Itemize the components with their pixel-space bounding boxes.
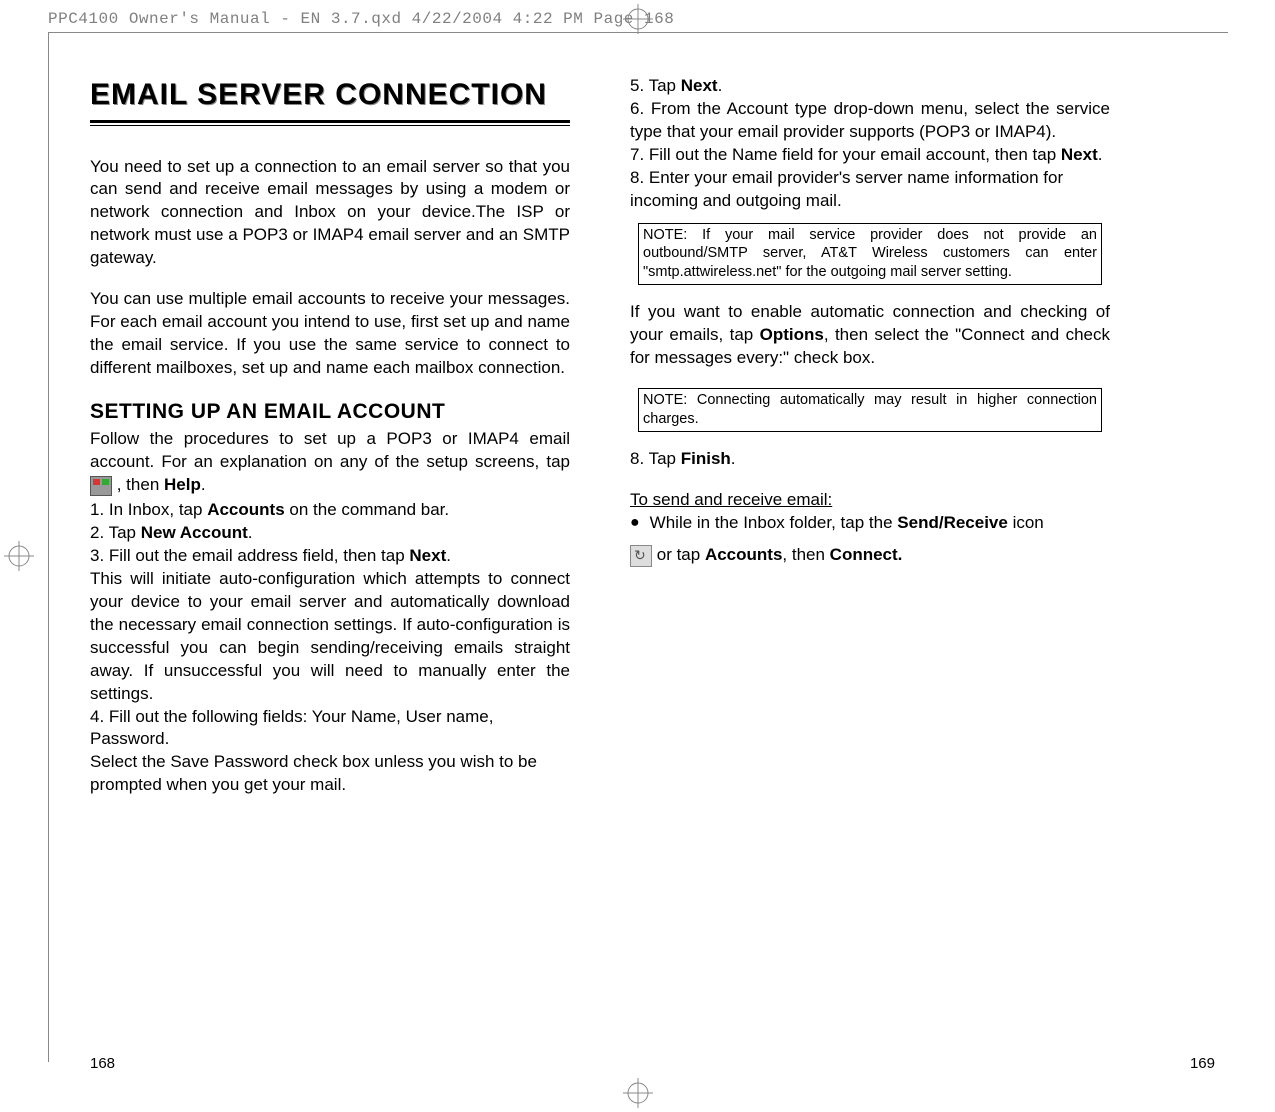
bullet-text: While in the Inbox folder, tap the Send/… (650, 512, 1044, 535)
setup-intro-c: . (201, 475, 206, 494)
page-title: EMAIL SERVER CONNECTION (90, 75, 570, 116)
setup-intro-a: Follow the procedures to set up a POP3 o… (90, 429, 570, 471)
bullet-continuation: or tap Accounts, then Connect. (630, 544, 1110, 567)
step8f-a: 8. Tap (630, 449, 681, 468)
setup-intro: Follow the procedures to set up a POP3 o… (90, 428, 570, 497)
options-paragraph: If you want to enable automatic connecti… (630, 301, 1110, 370)
bullet-dot-icon: ● (630, 512, 640, 535)
page-number-left: 168 (90, 1055, 115, 1072)
new-account-label: New Account (141, 523, 248, 542)
step-3: 3. Fill out the email address field, the… (90, 545, 570, 568)
cont-a: or tap (657, 545, 705, 564)
note-smtp: NOTE: If your mail service provider does… (638, 223, 1102, 286)
step5-a: 5. Tap (630, 76, 681, 95)
note-charges: NOTE: Connecting automatically may resul… (638, 388, 1102, 432)
bullet-b: icon (1008, 513, 1044, 532)
step-5: 5. Tap Next. (630, 75, 1110, 98)
left-column: EMAIL SERVER CONNECTION You need to set … (90, 75, 570, 797)
qxd-header: PPC4100 Owner's Manual - EN 3.7.qxd 4/22… (48, 10, 674, 28)
content-columns: EMAIL SERVER CONNECTION You need to set … (90, 75, 1210, 797)
step-7: 7. Fill out the Name field for your emai… (630, 144, 1110, 167)
intro-paragraph-1: You need to set up a connection to an em… (90, 156, 570, 271)
step5-b: . (718, 76, 723, 95)
step7-a: 7. Fill out the Name field for your emai… (630, 145, 1061, 164)
step-2: 2. Tap New Account. (90, 522, 570, 545)
send-receive-icon (630, 545, 652, 567)
subheading-setup: SETTING UP AN EMAIL ACCOUNT (90, 398, 570, 426)
step8f-b: . (731, 449, 736, 468)
accounts-label: Accounts (207, 500, 284, 519)
title-rule-thick (90, 120, 570, 123)
crop-mark-bottom (623, 1078, 653, 1108)
setup-intro-b: , then (117, 475, 164, 494)
cont-b: , then (782, 545, 829, 564)
intro-paragraph-2: You can use multiple email accounts to r… (90, 288, 570, 380)
next-label-3: Next (1061, 145, 1098, 164)
step-6: 6. From the Account type drop-down menu,… (630, 98, 1110, 144)
next-label-2: Next (681, 76, 718, 95)
send-receive-label: Send/Receive (897, 513, 1008, 532)
step2-b: . (248, 523, 253, 542)
send-receive-heading: To send and receive email: (630, 489, 1110, 512)
step7-b: . (1098, 145, 1103, 164)
step3-b: . (446, 546, 451, 565)
next-label-1: Next (409, 546, 446, 565)
page-number-right: 169 (1190, 1055, 1215, 1072)
finish-label: Finish (681, 449, 731, 468)
step-1: 1. In Inbox, tap Accounts on the command… (90, 499, 570, 522)
help-label: Help (164, 475, 201, 494)
bullet-a: While in the Inbox folder, tap the (650, 513, 898, 532)
step-8: 8. Enter your email provider's server na… (630, 167, 1110, 213)
crop-mark-left (4, 541, 34, 571)
connect-label: Connect. (830, 545, 903, 564)
step-8-finish: 8. Tap Finish. (630, 448, 1110, 471)
title-rule-thin (90, 125, 570, 126)
options-label: Options (760, 325, 824, 344)
bullet-send-receive: ● While in the Inbox folder, tap the Sen… (630, 512, 1110, 535)
autoconfig-paragraph: This will initiate auto-configuration wh… (90, 568, 570, 706)
step1-a: 1. In Inbox, tap (90, 500, 207, 519)
right-column: 5. Tap Next. 6. From the Account type dr… (630, 75, 1110, 797)
step3-a: 3. Fill out the email address field, the… (90, 546, 409, 565)
crop-mark-top (623, 4, 653, 34)
step2-a: 2. Tap (90, 523, 141, 542)
save-password-note: Select the Save Password check box unles… (90, 751, 570, 797)
windows-logo-icon (90, 476, 112, 496)
step-4: 4. Fill out the following fields: Your N… (90, 706, 570, 752)
step1-b: on the command bar. (285, 500, 449, 519)
accounts-label-2: Accounts (705, 545, 782, 564)
